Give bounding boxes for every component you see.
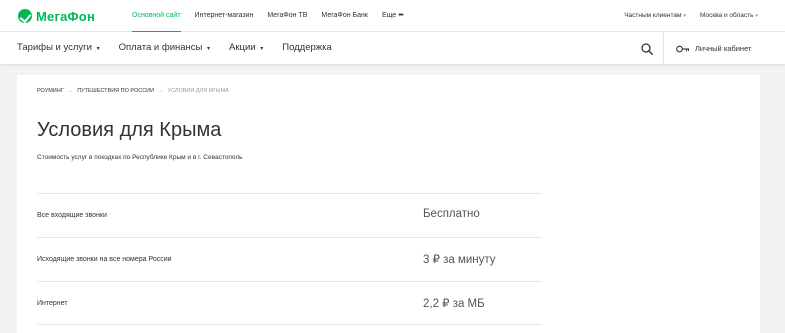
segment-label: Частным клиентам: [624, 12, 682, 19]
personal-account-button[interactable]: Личный кабинет: [676, 32, 751, 65]
rate-value: 3 ₽ за минуту: [423, 254, 496, 266]
arrow-right-icon: →: [67, 88, 74, 94]
top-right-selectors: Частным клиентам ▾ Москва и область ▾: [610, 0, 758, 32]
topnav-more[interactable]: Еще •••: [381, 0, 404, 32]
personal-account-label: Личный кабинет: [695, 44, 752, 53]
mainnav-support-label: Поддержка: [282, 42, 332, 53]
page-title: Условия для Крыма: [37, 119, 222, 141]
more-label: Еще: [381, 12, 397, 19]
search-icon: [640, 42, 653, 55]
rate-value: Бесплатно: [423, 208, 480, 220]
segment-selector[interactable]: Частным клиентам ▾: [624, 0, 686, 32]
breadcrumb-russia-travel[interactable]: Путешествия по России: [77, 88, 154, 94]
nav-divider: [663, 32, 664, 65]
brand-name: МегаФон: [36, 8, 95, 24]
content-card: Роуминг → Путешествия по России → Услови…: [17, 75, 760, 333]
search-button[interactable]: [630, 32, 663, 65]
mainnav-tariffs[interactable]: Тарифы и услуги ▾: [17, 32, 100, 65]
breadcrumb-current: Условия для Крыма: [167, 88, 229, 94]
rate-row: Интернет 2,2 ₽ за МБ: [37, 281, 542, 325]
site-switcher-nav: Основной сайт Интернет-магазин МегаФон Т…: [132, 0, 417, 33]
topnav-megafon-bank[interactable]: МегаФон Банк: [321, 0, 368, 32]
key-icon: [676, 45, 690, 52]
topnav-main-site[interactable]: Основной сайт: [132, 0, 181, 33]
rate-row: Все входящие звонки Бесплатно: [37, 193, 542, 237]
breadcrumb-roaming[interactable]: Роуминг: [37, 88, 64, 94]
rate-value: 2,2 ₽ за МБ: [423, 298, 485, 310]
page-subtitle: Стоимость услуг в поездках по Республике…: [37, 154, 243, 161]
more-dots-icon: •••: [398, 12, 403, 19]
mainnav-tariffs-label: Тарифы и услуги: [17, 42, 92, 53]
chevron-down-icon: ▾: [683, 13, 686, 19]
rate-label: Интернет: [37, 300, 68, 307]
mainnav-promotions[interactable]: Акции ▾: [229, 32, 263, 65]
chevron-down-icon: ▾: [260, 46, 264, 52]
megafon-logo-icon: [18, 9, 32, 23]
main-nav: Тарифы и услуги ▾ Оплата и финансы ▾ Акц…: [17, 32, 351, 65]
main-nav-bar: Тарифы и услуги ▾ Оплата и финансы ▾ Акц…: [0, 32, 785, 65]
mainnav-support[interactable]: Поддержка: [282, 32, 332, 65]
rate-row: Исходящие звонки на все номера России 3 …: [37, 237, 542, 281]
mainnav-payment[interactable]: Оплата и финансы ▾: [119, 32, 210, 65]
chevron-down-icon: ▾: [96, 46, 100, 52]
rate-label: Все входящие звонки: [37, 212, 107, 219]
region-label: Москва и область: [699, 12, 754, 19]
mainnav-payment-label: Оплата и финансы: [118, 42, 203, 53]
rate-label: Исходящие звонки на все номера России: [37, 256, 172, 263]
chevron-down-icon: ▾: [755, 13, 758, 19]
chevron-down-icon: ▾: [207, 46, 211, 52]
rates-table: Все входящие звонки Бесплатно Исходящие …: [37, 193, 542, 325]
top-utility-bar: МегаФон Основной сайт Интернет-магазин М…: [0, 0, 785, 33]
region-selector[interactable]: Москва и область ▾: [700, 0, 758, 32]
arrow-right-icon: →: [158, 88, 164, 94]
topnav-online-store[interactable]: Интернет-магазин: [195, 0, 254, 32]
topnav-megafon-tv[interactable]: МегаФон ТВ: [267, 0, 307, 32]
breadcrumb: Роуминг → Путешествия по России → Услови…: [37, 88, 229, 94]
megafon-logo[interactable]: МегаФон: [18, 7, 95, 25]
mainnav-promotions-label: Акции: [229, 42, 256, 53]
